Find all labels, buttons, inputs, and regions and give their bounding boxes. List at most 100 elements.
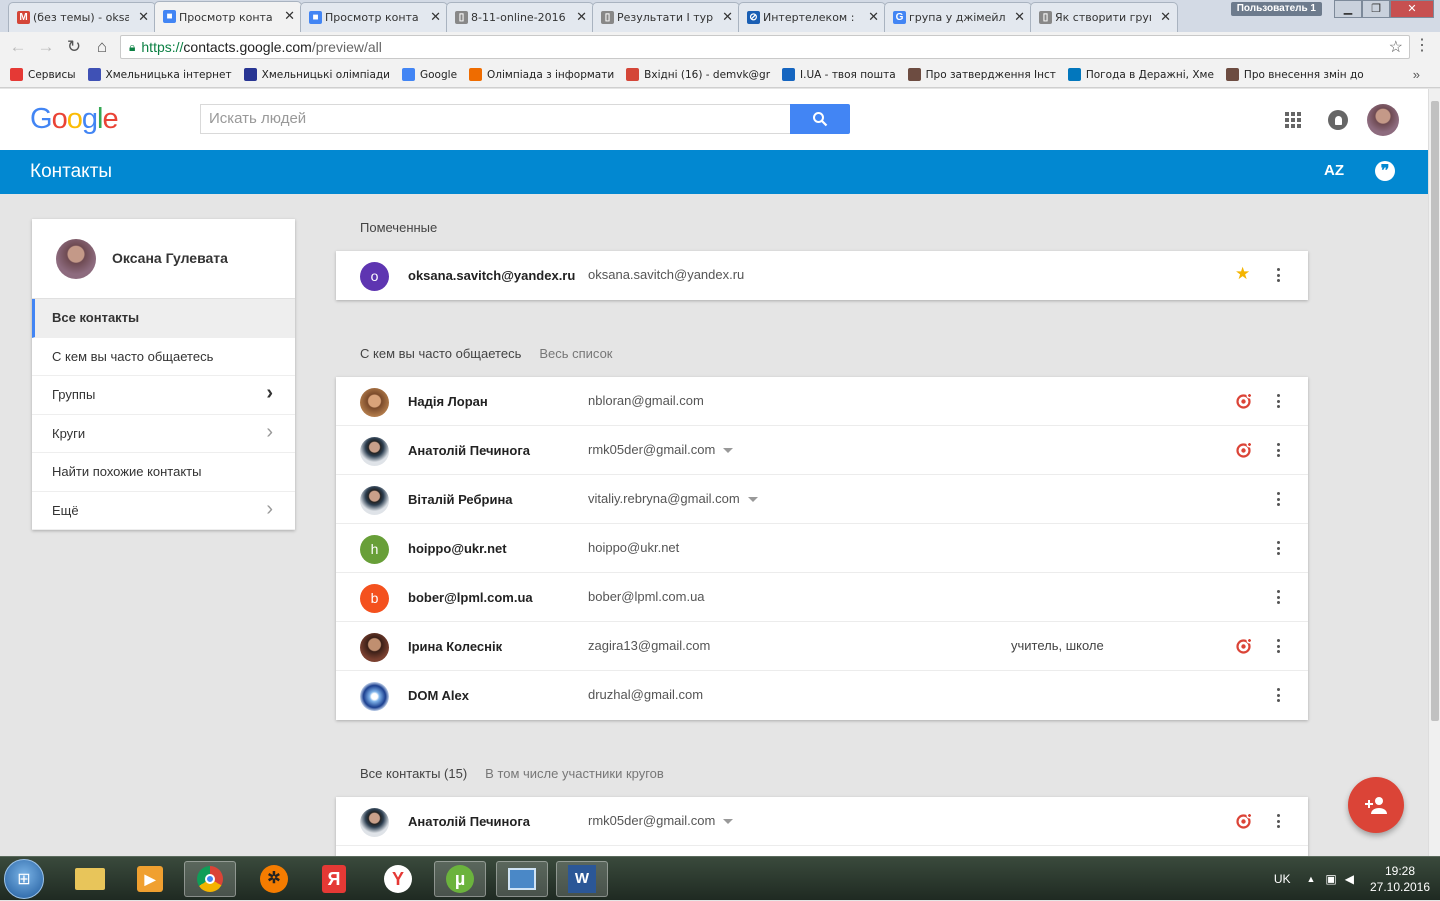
contact-email[interactable]: rmk05der@gmail.com xyxy=(588,442,734,457)
feedback-icon[interactable]: ❞ xyxy=(1375,161,1395,181)
tab-close-icon[interactable]: ✕ xyxy=(868,9,879,25)
more-vert-icon[interactable] xyxy=(1274,637,1282,655)
contact-name[interactable]: hoippo@ukr.net xyxy=(408,541,507,556)
account-avatar[interactable] xyxy=(1367,104,1399,136)
sidebar-item[interactable]: Найти похожие контакты xyxy=(32,453,295,492)
contact-row[interactable]: Ірина Колеснік zagira13@gmail.com учитель,… xyxy=(336,622,1308,671)
browser-menu-icon[interactable]: ⋮ xyxy=(1414,38,1430,54)
reload-icon[interactable]: ↻ xyxy=(60,33,88,61)
more-vert-icon[interactable] xyxy=(1274,812,1282,830)
more-vert-icon[interactable] xyxy=(1274,539,1282,557)
contact-name[interactable]: Віталій Ребрина xyxy=(408,492,513,507)
contact-email[interactable]: rmk05der@gmail.com xyxy=(588,813,734,828)
tab-close-icon[interactable]: ✕ xyxy=(1160,9,1171,25)
sidebar-item[interactable]: С кем вы часто общаетесь xyxy=(32,338,295,376)
sidebar-item[interactable]: Группы › xyxy=(32,376,295,415)
bookmark-item[interactable]: Сервисы xyxy=(10,68,76,81)
google-plus-circles-icon[interactable] xyxy=(1236,392,1253,409)
google-plus-circles-icon[interactable] xyxy=(1236,812,1253,829)
contact-name[interactable]: Ірина Колеснік xyxy=(408,639,502,654)
contact-row[interactable]: Анатолій Печинога rmk05der@gmail.com xyxy=(336,797,1308,846)
email-dropdown-icon[interactable] xyxy=(723,448,734,454)
home-icon[interactable]: ⌂ xyxy=(88,33,116,61)
bookmark-item[interactable]: Олімпіада з інформати xyxy=(469,68,614,81)
more-vert-icon[interactable] xyxy=(1274,392,1282,410)
contact-email[interactable]: vitaliy.rebryna@gmail.com xyxy=(588,491,758,506)
contact-email[interactable]: bober@lpml.com.ua xyxy=(588,589,705,604)
sidebar-item[interactable]: Круги › xyxy=(32,415,295,453)
tab-close-icon[interactable]: ✕ xyxy=(430,9,441,25)
bookmark-item[interactable]: Хмельницькі олімпіади xyxy=(243,68,390,81)
yandex-taskbar-icon[interactable]: Y xyxy=(372,861,424,897)
bookmark-item[interactable]: Про внесення змін до xyxy=(1225,68,1364,81)
contact-name[interactable]: Анатолій Печинога xyxy=(408,814,530,829)
browser-tab[interactable]: M (без темы) - oksa ✕ xyxy=(8,2,156,32)
contact-email[interactable]: oksana.savitch@yandex.ru xyxy=(588,267,744,282)
contact-name[interactable]: DOM Alex xyxy=(408,688,469,703)
tab-close-icon[interactable]: ✕ xyxy=(284,8,295,24)
browser-tab[interactable]: ■ Просмотр конта ✕ xyxy=(154,1,302,32)
google-plus-circles-icon[interactable] xyxy=(1236,637,1253,654)
language-indicator[interactable]: UK xyxy=(1274,872,1291,886)
email-dropdown-icon[interactable] xyxy=(747,497,758,503)
more-vert-icon[interactable] xyxy=(1274,588,1282,606)
contact-row[interactable]: h hoippo@ukr.net hoippo@ukr.net xyxy=(336,524,1308,573)
sort-az-icon[interactable]: AZ xyxy=(1324,162,1344,179)
google-plus-circles-icon[interactable] xyxy=(1236,441,1253,458)
more-vert-icon[interactable] xyxy=(1274,266,1282,284)
chrome-taskbar-icon[interactable] xyxy=(184,861,236,897)
browser-tab[interactable]: ▯ Результати I тур ✕ xyxy=(592,2,740,32)
view-full-list-link[interactable]: Весь список xyxy=(539,346,612,361)
close-window-button[interactable]: ✕ xyxy=(1390,0,1434,18)
reel-taskbar-icon[interactable]: ✲ xyxy=(248,861,300,897)
bookmark-item[interactable]: Погода в Деражні, Хме xyxy=(1067,68,1214,81)
maximize-button[interactable]: ❐ xyxy=(1362,0,1390,18)
add-contact-button[interactable] xyxy=(1348,777,1404,833)
browser-tab[interactable]: ▯ Як створити груп ✕ xyxy=(1030,2,1178,32)
contact-name[interactable]: Анатолій Печинога xyxy=(408,443,530,458)
more-vert-icon[interactable] xyxy=(1274,490,1282,508)
taskbar-clock[interactable]: 19:28 27.10.2016 xyxy=(1360,863,1440,895)
address-bar[interactable]: 🔒︎ https://contacts.google.com/preview/a… xyxy=(120,35,1410,59)
contact-row[interactable]: o oksana.savitch@yandex.ru oksana.savitch@… xyxy=(336,251,1308,300)
contact-email[interactable]: zagira13@gmail.com xyxy=(588,638,710,653)
explorer-taskbar-icon[interactable] xyxy=(64,861,116,897)
contact-row[interactable]: b bober@lpml.com.ua bober@lpml.com.ua xyxy=(336,573,1308,622)
bookmark-item[interactable]: Google xyxy=(402,68,457,81)
contact-email[interactable]: nbloran@gmail.com xyxy=(588,393,704,408)
contact-row[interactable]: Надія Лоран nbloran@gmail.com xyxy=(336,377,1308,426)
control-panel-taskbar-icon[interactable] xyxy=(496,861,548,897)
contact-row-partial[interactable] xyxy=(336,846,1308,856)
apps-grid-icon[interactable] xyxy=(1285,112,1301,128)
more-vert-icon[interactable] xyxy=(1274,686,1282,704)
back-arrow-icon[interactable]: ← xyxy=(4,33,32,61)
contact-row[interactable]: Анатолій Печинога rmk05der@gmail.com xyxy=(336,426,1308,475)
contact-row[interactable]: DOM Alex druzhal@gmail.com xyxy=(336,671,1308,720)
more-vert-icon[interactable] xyxy=(1274,441,1282,459)
tab-close-icon[interactable]: ✕ xyxy=(722,9,733,25)
tab-close-icon[interactable]: ✕ xyxy=(1014,9,1025,25)
tray-expand-icon[interactable]: ▲ xyxy=(1307,874,1316,884)
network-icon[interactable]: ▣ xyxy=(1325,872,1336,886)
bookmark-star-icon[interactable]: ☆ xyxy=(1389,37,1403,57)
contact-email[interactable]: druzhal@gmail.com xyxy=(588,687,703,702)
utorrent-taskbar-icon[interactable]: µ xyxy=(434,861,486,897)
bookmark-item[interactable]: Хмельницька інтернет xyxy=(87,68,232,81)
yandex-browser-taskbar-icon[interactable]: Я xyxy=(308,861,360,897)
bookmark-item[interactable]: I.UA - твоя пошта xyxy=(782,68,896,81)
browser-tab[interactable]: Gгрупа у джімейл ✕ xyxy=(884,2,1032,32)
tab-close-icon[interactable]: ✕ xyxy=(576,9,587,25)
bookmark-item[interactable]: Про затвердження Інст xyxy=(907,68,1056,81)
google-logo[interactable]: Google xyxy=(30,103,119,136)
browser-tab[interactable]: ■ Просмотр конта ✕ xyxy=(300,2,448,32)
browser-tab[interactable]: ⊘ Интертелеком : ✕ xyxy=(738,2,886,32)
tab-close-icon[interactable]: ✕ xyxy=(138,9,149,25)
volume-icon[interactable]: ◀ xyxy=(1345,872,1354,886)
contact-name[interactable]: oksana.savitch@yandex.ru xyxy=(408,268,575,283)
page-scrollbar[interactable] xyxy=(1428,89,1440,856)
contact-name[interactable]: bober@lpml.com.ua xyxy=(408,590,533,605)
contact-row[interactable]: Віталій Ребрина vitaliy.rebryna@gmail.com xyxy=(336,475,1308,524)
contact-email[interactable]: hoippo@ukr.net xyxy=(588,540,679,555)
notifications-icon[interactable] xyxy=(1328,110,1348,130)
browser-tab[interactable]: ▯ 8-11-online-2016 ✕ xyxy=(446,2,594,32)
